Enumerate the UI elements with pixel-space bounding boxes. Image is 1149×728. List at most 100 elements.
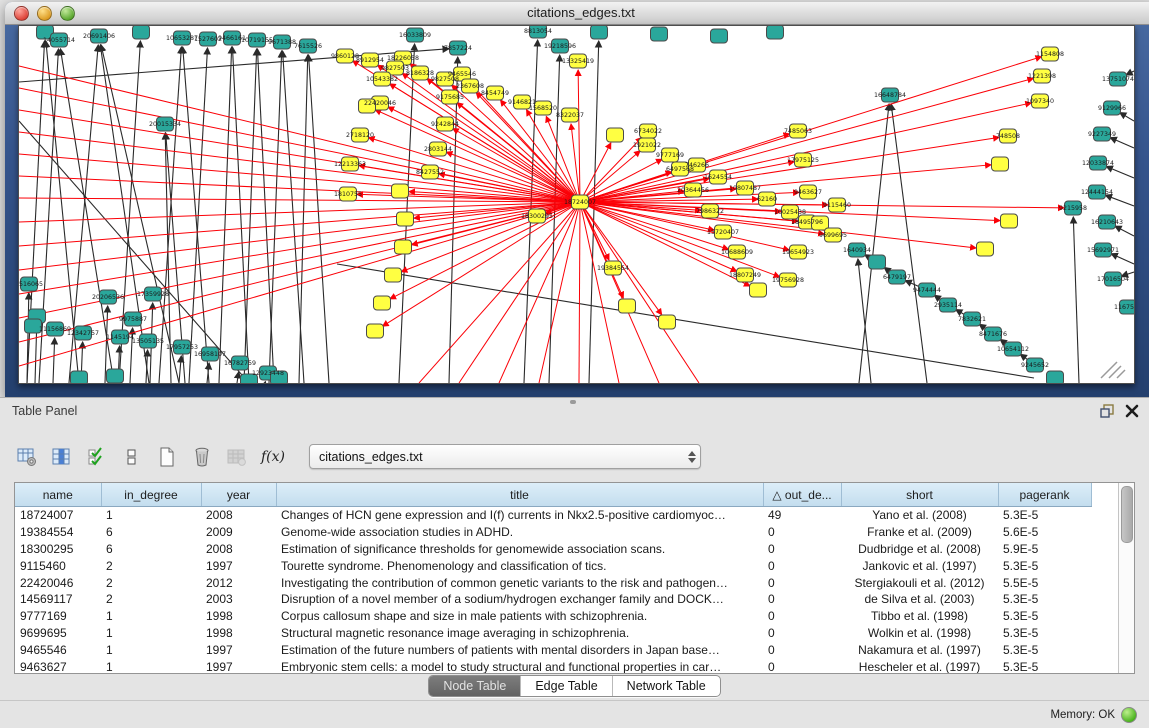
graph-node[interactable] — [385, 268, 402, 282]
svg-text:8454749: 8454749 — [481, 90, 509, 97]
delete-column-icon[interactable] — [191, 446, 213, 468]
table-mode-icon[interactable] — [16, 446, 38, 468]
graph-node[interactable] — [367, 324, 384, 338]
graph-node[interactable] — [395, 240, 412, 254]
svg-text:17975125: 17975125 — [787, 157, 819, 164]
graph-node[interactable] — [392, 184, 409, 198]
svg-text:14055714: 14055714 — [43, 37, 75, 44]
graph-node[interactable] — [711, 29, 728, 43]
svg-text:2718120: 2718120 — [346, 132, 374, 139]
checklist-icon[interactable] — [86, 446, 108, 468]
column-header-title[interactable]: title — [276, 483, 763, 507]
svg-text:9860128: 9860128 — [331, 53, 359, 60]
table-row[interactable]: 946362711997Embryonic stem cells: a mode… — [15, 658, 1091, 673]
svg-text:1145194: 1145194 — [106, 334, 134, 341]
window-titlebar[interactable]: citations_edges.txt — [5, 2, 1149, 25]
node-table: namein_degreeyeartitle△ out_de...shortpa… — [15, 483, 1092, 673]
graph-node[interactable] — [107, 369, 124, 383]
graph-node[interactable] — [619, 299, 636, 313]
close-panel-icon[interactable] — [1125, 404, 1139, 423]
column-header-in-degree[interactable]: in_degree — [101, 483, 201, 507]
graph-node[interactable] — [750, 283, 767, 297]
graph-node[interactable] — [651, 27, 668, 41]
column-header-name[interactable]: name — [15, 483, 101, 507]
tab-network-table[interactable]: Network Table — [612, 676, 720, 696]
graph-node[interactable] — [1047, 371, 1064, 383]
network-canvas[interactable]: 1405571420691406106532871527602946616110… — [18, 25, 1135, 384]
svg-text:18300295: 18300295 — [521, 213, 553, 220]
svg-text:748508: 748508 — [996, 133, 1020, 140]
resize-grip-icon[interactable] — [1101, 362, 1125, 378]
svg-text:18495796: 18495796 — [791, 219, 823, 226]
svg-text:9245652: 9245652 — [1021, 362, 1049, 369]
svg-text:17359928: 17359928 — [137, 291, 169, 298]
svg-text:16210643: 16210643 — [1091, 219, 1123, 226]
column-header-year[interactable]: year — [201, 483, 276, 507]
svg-text:8471676: 8471676 — [979, 331, 1007, 338]
table-header-row[interactable]: namein_degreeyeartitle△ out_de...shortpa… — [15, 483, 1091, 507]
graph-node[interactable] — [992, 157, 1009, 171]
tab-edge-table[interactable]: Edge Table — [520, 676, 611, 696]
svg-text:2935114: 2935114 — [934, 302, 962, 309]
graph-node[interactable] — [1001, 214, 1018, 228]
new-column-icon[interactable] — [156, 446, 178, 468]
column-header-out-de-[interactable]: △ out_de... — [763, 483, 841, 507]
svg-text:12213363: 12213363 — [334, 161, 366, 168]
minimize-window-icon[interactable] — [37, 6, 52, 21]
graph-node[interactable] — [659, 315, 676, 329]
graph-node[interactable] — [767, 26, 784, 39]
svg-text:9777169: 9777169 — [656, 152, 684, 159]
function-builder-icon[interactable]: f(x) — [261, 449, 285, 465]
table-tabs: Node TableEdge TableNetwork Table — [0, 675, 1149, 697]
column-header-short[interactable]: short — [841, 483, 998, 507]
graph-node[interactable] — [869, 255, 886, 269]
delete-table-icon[interactable] — [226, 446, 248, 468]
svg-text:9129966: 9129966 — [1098, 105, 1126, 112]
svg-text:20015334: 20015334 — [149, 121, 181, 128]
svg-text:1810755: 1810755 — [334, 191, 362, 198]
svg-text:1097340: 1097340 — [1026, 98, 1054, 105]
table-row[interactable]: 1938455462009Genome-wide association stu… — [15, 524, 1091, 541]
graph-node[interactable] — [71, 371, 88, 383]
table-row[interactable]: 2242004622012Investigating the contribut… — [15, 574, 1091, 591]
node-table-container: namein_degreeyeartitle△ out_de...shortpa… — [14, 482, 1135, 674]
table-row[interactable]: 969969511998Structural magnetic resonanc… — [15, 625, 1091, 642]
memory-ok-icon[interactable] — [1121, 707, 1137, 723]
table-selector-value: citations_edges.txt — [310, 450, 683, 464]
svg-text:20364456: 20364456 — [677, 187, 709, 194]
table-selector-dropdown[interactable]: citations_edges.txt — [309, 444, 701, 469]
graph-node[interactable] — [397, 212, 414, 226]
table-row[interactable]: 1872400712008Changes of HCN gene express… — [15, 507, 1091, 524]
float-window-icon[interactable] — [1099, 403, 1115, 424]
rows-icon[interactable] — [121, 446, 143, 468]
table-row[interactable]: 946554611997Estimation of the future num… — [15, 641, 1091, 658]
scrollbar-thumb[interactable] — [1121, 486, 1133, 543]
graph-node[interactable] — [977, 242, 994, 256]
graph-node[interactable] — [374, 296, 391, 310]
panel-title: Table Panel — [12, 398, 77, 425]
graph-node[interactable] — [607, 128, 624, 142]
svg-text:18226058: 18226058 — [387, 55, 419, 62]
svg-text:9474444: 9474444 — [913, 287, 941, 294]
column-header-pagerank[interactable]: pagerank — [998, 483, 1091, 507]
zoom-window-icon[interactable] — [60, 6, 75, 21]
table-row[interactable]: 1456911722003Disruption of a novel membe… — [15, 591, 1091, 608]
svg-text:9827503: 9827503 — [381, 65, 409, 72]
graph-node[interactable] — [591, 26, 608, 39]
table-scrollbar[interactable] — [1118, 483, 1134, 673]
svg-text:62160: 62160 — [757, 196, 777, 203]
network-view-window: citations_edges.txt 14055714206914061065… — [5, 2, 1149, 397]
svg-text:12033874: 12033874 — [1082, 160, 1114, 167]
table-row[interactable]: 911546021997Tourette syndrome. Phenomeno… — [15, 557, 1091, 574]
svg-text:9975887: 9975887 — [119, 316, 147, 323]
graph-node[interactable] — [133, 26, 150, 39]
close-window-icon[interactable] — [14, 6, 29, 21]
column-visibility-icon[interactable] — [51, 446, 73, 468]
svg-text:10688609: 10688609 — [721, 249, 753, 256]
svg-text:1167533: 1167533 — [1114, 304, 1134, 311]
table-row[interactable]: 977716911998Corpus callosum shape and si… — [15, 608, 1091, 625]
svg-text:7857224: 7857224 — [444, 45, 472, 52]
tab-node-table[interactable]: Node Table — [429, 676, 520, 696]
svg-text:17016504: 17016504 — [1097, 276, 1129, 283]
table-row[interactable]: 1830029562008Estimation of significance … — [15, 541, 1091, 558]
